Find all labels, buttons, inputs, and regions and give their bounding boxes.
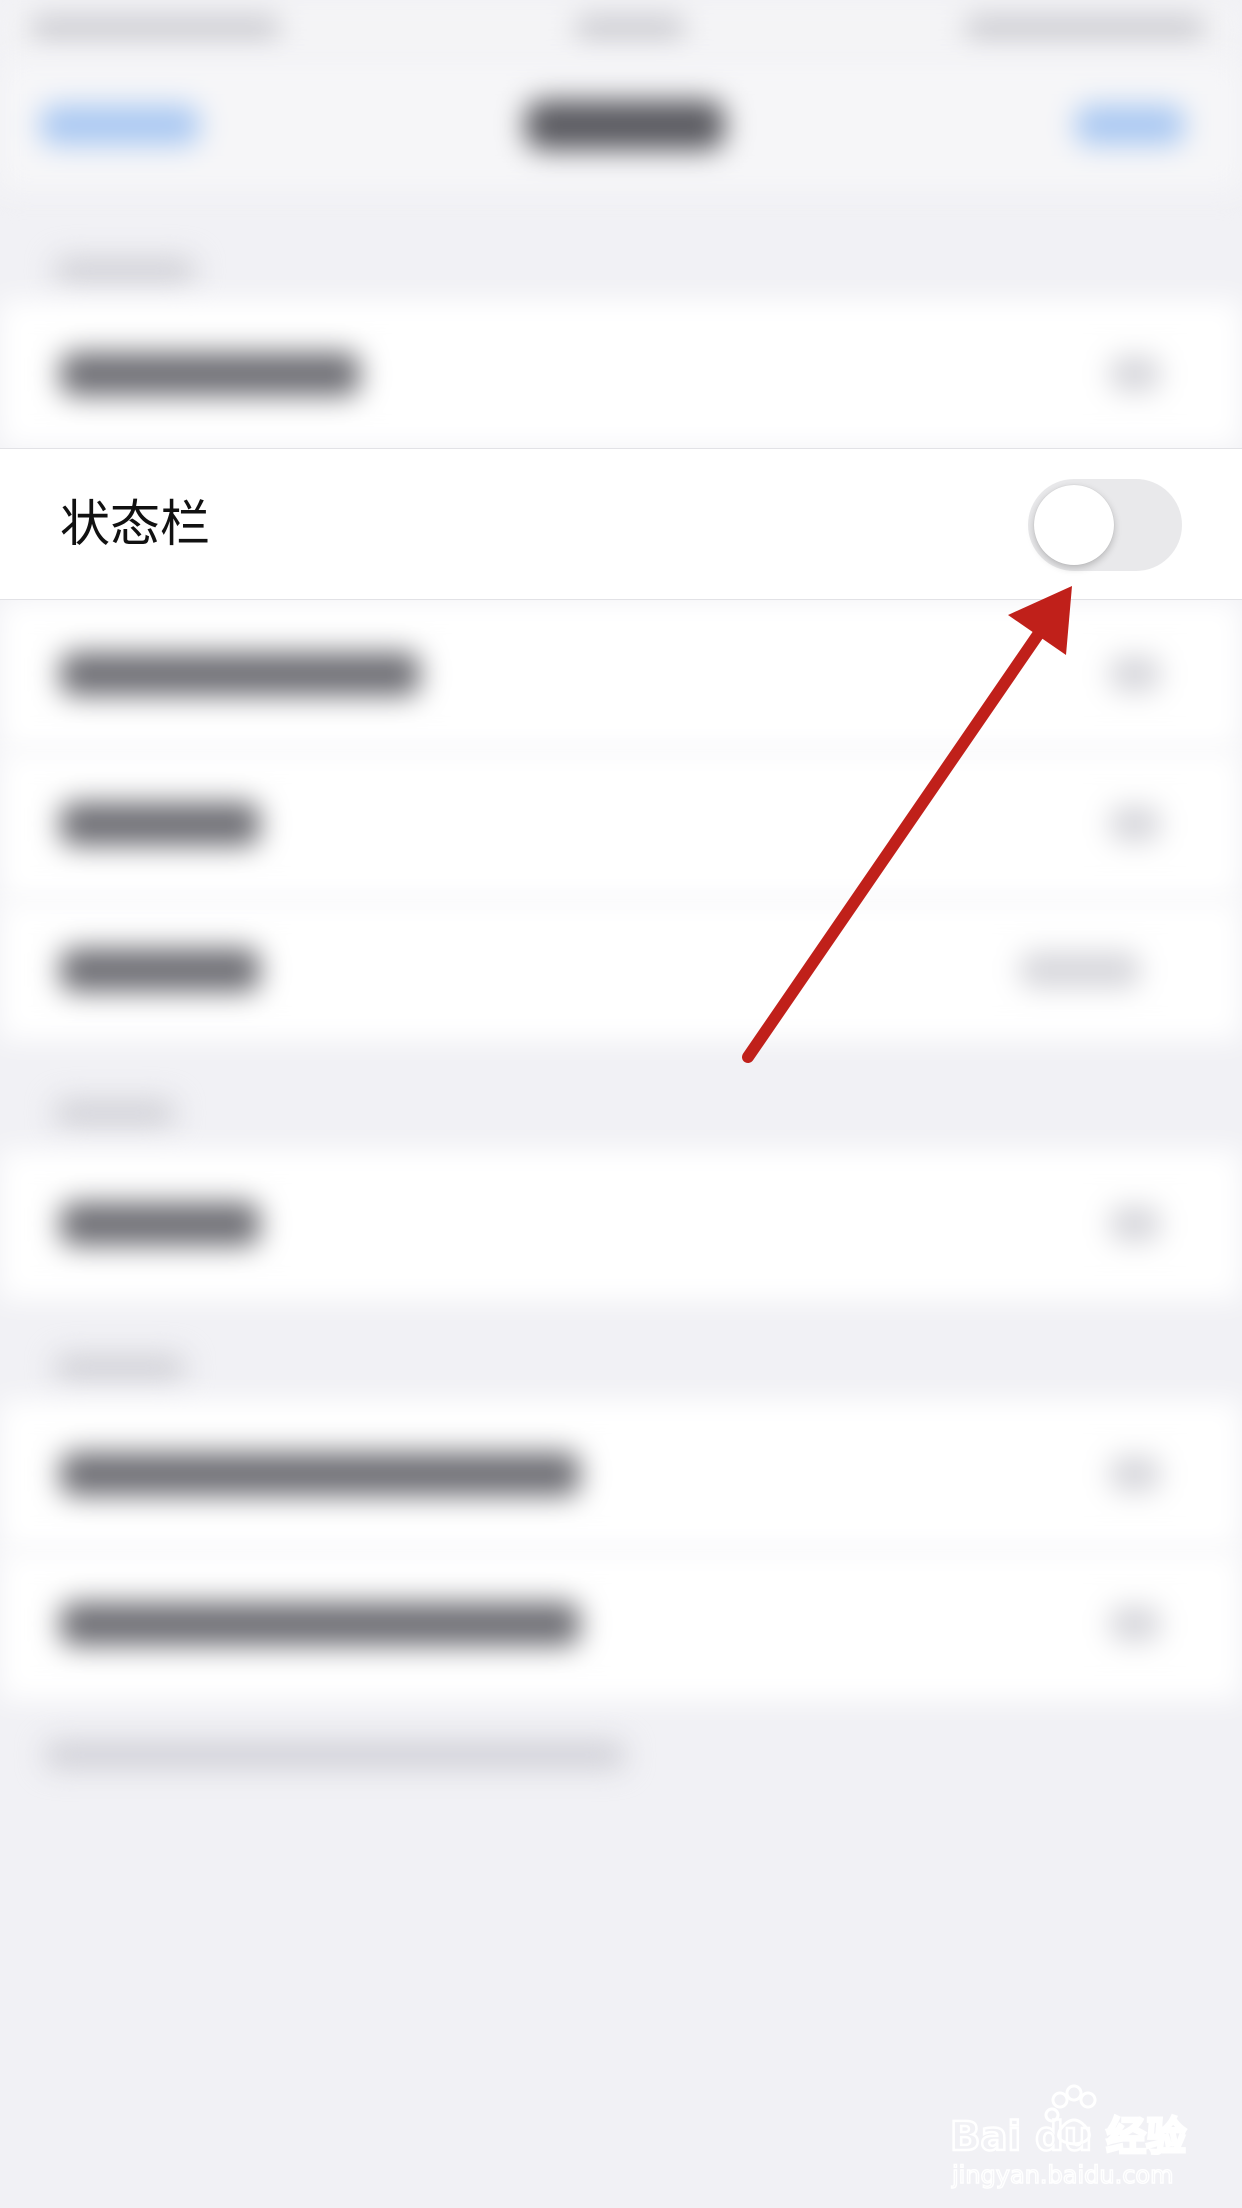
settings-row-status-bar: 状态栏 xyxy=(0,448,1242,600)
settings-row[interactable] xyxy=(0,750,1242,900)
watermark-url-text: jingyan.baidu.com xyxy=(951,2161,1173,2189)
settings-row[interactable] xyxy=(0,1550,1242,1700)
status-bar-time xyxy=(575,16,685,40)
row-label xyxy=(60,1452,580,1496)
row-label xyxy=(60,948,260,992)
row-value xyxy=(1020,952,1140,988)
row-label xyxy=(60,352,360,396)
status-bar-toggle[interactable] xyxy=(1028,479,1182,571)
row-accessory xyxy=(1110,1456,1160,1492)
row-label xyxy=(60,652,420,696)
row-accessory xyxy=(1110,1206,1160,1242)
row-accessory xyxy=(1110,1606,1160,1642)
settings-row[interactable] xyxy=(0,1150,1242,1300)
settings-row[interactable] xyxy=(0,1400,1242,1550)
status-bar-label: 状态栏 xyxy=(60,495,210,553)
group-header xyxy=(55,1355,185,1381)
status-bar-indicators xyxy=(965,16,1205,40)
settings-row[interactable] xyxy=(0,900,1242,1040)
status-bar-carrier xyxy=(30,16,280,40)
toggle-knob xyxy=(1034,485,1114,565)
settings-row[interactable] xyxy=(0,600,1242,750)
nav-action-button[interactable] xyxy=(1075,105,1185,145)
row-accessory xyxy=(1110,356,1160,392)
page-title xyxy=(525,100,725,150)
row-accessory xyxy=(1110,656,1160,692)
settings-row[interactable] xyxy=(0,300,1242,448)
row-label xyxy=(60,1602,580,1646)
group-header xyxy=(55,1100,175,1126)
row-label xyxy=(60,802,260,846)
navigation-bar xyxy=(0,60,1242,190)
back-button[interactable] xyxy=(40,105,200,145)
group-footer-note xyxy=(45,1742,625,1768)
watermark-brand-text: Bai du 经验 xyxy=(950,2114,1186,2160)
status-bar xyxy=(0,0,1242,60)
baidu-jingyan-watermark-logo: Bai du 经验 jingyan.baidu.com xyxy=(950,2084,1187,2190)
group-header xyxy=(55,258,195,284)
row-accessory xyxy=(1110,806,1160,842)
row-label xyxy=(60,1202,260,1246)
